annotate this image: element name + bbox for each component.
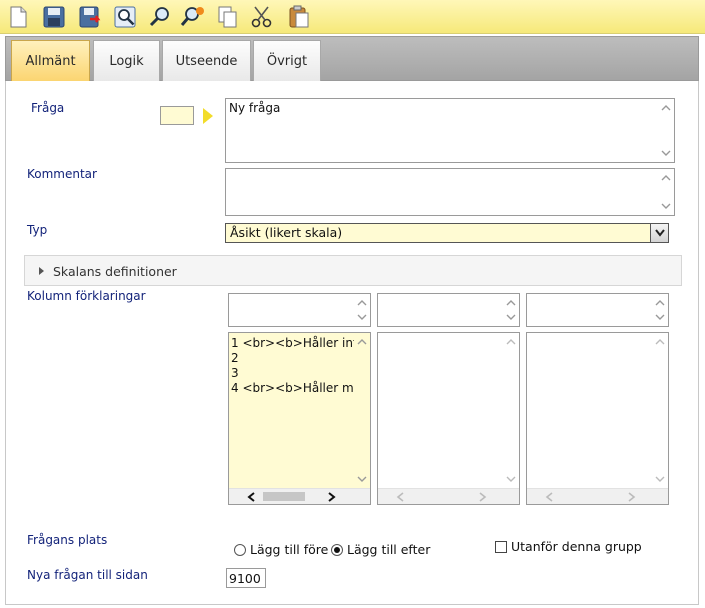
column-header-field-3[interactable] [526, 293, 669, 327]
scroll-left-icon[interactable] [247, 492, 256, 502]
toolbar [0, 0, 705, 34]
scroll-up-icon[interactable] [661, 103, 671, 113]
type-label: Typ [27, 223, 48, 237]
tab-bar: Allmänt Logik Utseende Övrigt [5, 36, 699, 82]
arrow-right-icon [203, 108, 213, 124]
cut-icon[interactable] [249, 4, 275, 30]
scroll-down-icon[interactable] [655, 312, 665, 322]
new-document-icon[interactable] [5, 4, 31, 30]
scroll-down-icon[interactable] [506, 474, 516, 484]
tab-logik[interactable]: Logik [93, 40, 160, 82]
scroll-up-icon[interactable] [655, 298, 665, 308]
copy-icon[interactable] [215, 4, 241, 30]
column-explanations-field-2[interactable] [377, 332, 520, 505]
add-after-radio[interactable] [331, 544, 343, 556]
save-and-close-icon[interactable] [77, 4, 103, 30]
type-select[interactable]: Åsikt (likert skala) [225, 223, 669, 243]
scroll-down-icon[interactable] [357, 474, 367, 484]
tab-allmant[interactable]: Allmänt [11, 40, 90, 82]
scroll-up-icon[interactable] [661, 173, 671, 183]
vertical-scrollbar[interactable] [503, 333, 519, 488]
page-number-input[interactable]: 9100 [226, 568, 266, 588]
preview-icon[interactable] [112, 4, 138, 30]
scroll-down-icon[interactable] [655, 474, 665, 484]
scroll-left-icon[interactable] [396, 492, 405, 502]
scroll-down-icon[interactable] [506, 312, 516, 322]
scroll-up-icon[interactable] [357, 298, 367, 308]
column-line: 2 [231, 351, 239, 365]
outside-group-option[interactable]: Utanför denna grupp [495, 539, 642, 554]
question-textarea[interactable]: Ny fråga [225, 98, 675, 163]
scroll-up-icon[interactable] [357, 337, 367, 347]
comment-label: Kommentar [27, 167, 97, 181]
scroll-right-icon[interactable] [327, 492, 336, 502]
column-explanations-field-1[interactable]: 1 <br><b>Håller inte 2 3 4 <br><b>Håller… [228, 332, 371, 505]
paste-icon[interactable] [286, 4, 312, 30]
column-explanations-label: Kolumn förklaringar [27, 289, 146, 303]
comment-textarea[interactable] [225, 168, 675, 216]
add-before-radio[interactable] [234, 544, 246, 556]
scroll-down-icon[interactable] [661, 148, 671, 158]
scroll-down-icon[interactable] [357, 312, 367, 322]
question-label: Fråga [31, 101, 65, 115]
add-after-option[interactable]: Lägg till efter [331, 542, 430, 557]
scroll-up-icon[interactable] [506, 337, 516, 347]
scroll-left-icon[interactable] [545, 492, 554, 502]
add-before-label: Lägg till före [249, 542, 329, 557]
horizontal-scrollbar[interactable] [378, 488, 519, 504]
tab-utseende[interactable]: Utseende [162, 40, 251, 82]
scroll-right-icon[interactable] [478, 492, 487, 502]
question-text: Ny fråga [229, 101, 281, 115]
vertical-scrollbar[interactable] [658, 99, 674, 162]
new-question-page-label: Nya frågan till sidan [27, 568, 148, 582]
question-position-label: Frågans plats [27, 533, 108, 547]
question-number-field[interactable] [160, 106, 194, 125]
find-icon[interactable] [148, 4, 174, 30]
outside-group-checkbox[interactable] [495, 541, 507, 553]
vertical-scrollbar[interactable] [658, 169, 674, 215]
save-icon[interactable] [41, 4, 67, 30]
scroll-right-icon[interactable] [627, 492, 636, 502]
chevron-down-icon[interactable] [650, 224, 668, 242]
add-before-option[interactable]: Lägg till före [234, 542, 328, 557]
vertical-scrollbar[interactable] [652, 333, 668, 488]
column-explanations-field-3[interactable] [526, 332, 669, 505]
vertical-scrollbar[interactable] [503, 294, 519, 326]
column-header-field-2[interactable] [377, 293, 520, 327]
column-header-field-1[interactable] [228, 293, 371, 327]
column-line: 3 [231, 366, 239, 380]
general-panel: Fråga Ny fråga Kommentar Typ Åsikt (like… [5, 81, 699, 605]
scroll-down-icon[interactable] [661, 201, 671, 211]
add-after-label: Lägg till efter [346, 542, 431, 557]
chevron-right-icon [39, 267, 44, 275]
horizontal-scrollbar[interactable] [229, 488, 370, 504]
outside-group-label: Utanför denna grupp [510, 539, 642, 554]
type-selected-value: Åsikt (likert skala) [230, 225, 343, 240]
vertical-scrollbar[interactable] [354, 294, 370, 326]
horizontal-scrollbar[interactable] [527, 488, 668, 504]
tab-ovrigt[interactable]: Övrigt [253, 40, 321, 82]
scroll-up-icon[interactable] [506, 298, 516, 308]
vertical-scrollbar[interactable] [652, 294, 668, 326]
vertical-scrollbar[interactable] [354, 333, 370, 488]
find-next-icon[interactable] [180, 4, 206, 30]
column-line: 1 <br><b>Håller inte [231, 336, 366, 350]
scroll-thumb[interactable] [263, 492, 305, 501]
scale-definitions-toggle[interactable]: Skalans definitioner [24, 255, 682, 286]
scroll-up-icon[interactable] [655, 337, 665, 347]
column-line: 4 <br><b>Håller me [231, 381, 362, 395]
scale-definitions-label: Skalans definitioner [53, 264, 177, 279]
